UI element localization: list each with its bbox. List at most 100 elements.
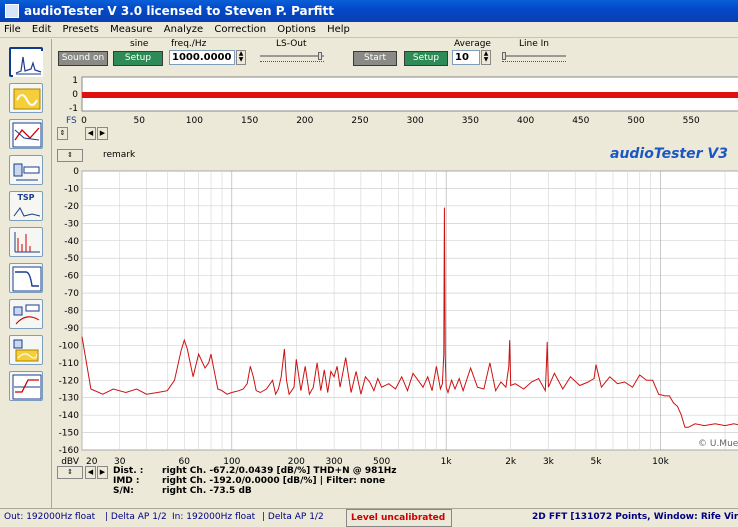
line-in-label: Line In [519,39,549,49]
y-tick-label: -20 [64,202,79,212]
remark-label: remark [103,150,136,160]
ls-out-label: LS-Out [276,39,307,49]
window-title: audioTester V 3.0 licensed to Steven P. … [24,4,334,18]
remark-toggle[interactable]: ⇕ [57,149,83,162]
status-fft: 2D FFT [131072 Points, Window: Rife Vin [532,512,738,522]
line-in-slider[interactable] [502,52,566,62]
app-icon [5,4,19,18]
y-tick-label: -40 [64,237,79,247]
sn-label: S/N: [113,486,134,496]
distortion-icon [13,163,40,181]
start-button[interactable]: Start [353,51,397,66]
dist-value: right Ch. -67.2/0.0439 [dB/%] THD+N @ 98… [162,466,397,476]
time-domain-chart: 10-1 FS 0 50 100 150 200 250 300 350 400 450 500 550… [66,76,738,126]
speaker-impedance-tool[interactable] [9,335,43,365]
time-y-tick-label: 1 [72,76,78,86]
time-x-tick-label: 350 [462,116,479,126]
average-field[interactable]: 10 [452,50,480,65]
time-x-tick-label: 500 [627,116,644,126]
y-tick-label: -70 [64,289,79,299]
speaker-measure-tool[interactable] [9,299,43,329]
time-scroll-left[interactable]: ◀ [85,127,96,140]
lowpass-icon [12,266,42,292]
y-tick-label: -160 [59,446,80,456]
frequency-response-icon [12,122,42,148]
title-bar: audioTester V 3.0 licensed to Steven P. … [0,0,738,22]
status-out: Out: 192000Hz float [4,512,96,522]
distortion-tool[interactable] [9,155,43,185]
time-y-tick-label: -1 [69,104,78,114]
menu-measure[interactable]: Measure [106,22,157,38]
waveform-icon [12,374,42,400]
y-tick-label: -90 [64,324,79,334]
x-tick-label: 10k [652,457,669,467]
spectrum-scroll-right[interactable]: ▶ [97,466,108,479]
brand-label: audioTester V3 [610,146,728,162]
y-tick-label: -50 [64,254,79,264]
x-tick-label: 5k [591,457,603,467]
time-x-tick-label: 550 [683,116,700,126]
y-tick-label: -80 [64,307,79,317]
dist-label: Dist. : [113,466,144,476]
status-in: In: 192000Hz float [172,512,256,522]
menu-help[interactable]: Help [323,22,354,38]
imd-value: right Ch. -192.0/0.0000 [dB/%] | Filter:… [162,476,386,486]
freq-label: freq./Hz [171,39,207,49]
fft-analyzer-tool[interactable] [9,47,43,77]
spectrum-zoom-button[interactable]: ⇕ [57,466,83,479]
frequency-spinner[interactable]: ▲ ▼ [236,50,246,65]
tsp-tool[interactable]: TSP [9,191,43,221]
sound-on-button[interactable]: Sound on [58,51,108,66]
menu-correction[interactable]: Correction [210,22,270,38]
fs-label: FS [66,116,77,126]
tsp-icon [13,207,41,217]
x-tick-label: 1k [441,457,453,467]
frequency-field[interactable]: 1000.0000 [169,50,235,65]
analyzer-setup-button[interactable]: Setup [404,51,448,66]
menu-analyze[interactable]: Analyze [160,22,207,38]
y-tick-label: -60 [64,272,79,282]
scope-tool[interactable] [9,83,43,113]
ls-out-slider[interactable] [260,52,324,62]
time-x-tick-label: 150 [241,116,258,126]
menu-presets[interactable]: Presets [58,22,102,38]
y-tick-label: -30 [64,219,79,229]
spectrum-chart: 0 -10 -20 -30 -40 -50 -60 -70 -80 -90 -100 -110 -120… [59,167,738,467]
tsp-label: TSP [17,193,35,202]
time-scroll-right[interactable]: ▶ [97,127,108,140]
x-tick-label: 3k [543,457,555,467]
menu-edit[interactable]: Edit [28,22,55,38]
fft-icon [13,51,43,77]
y-tick-label: -140 [59,411,80,421]
time-x-tick-label: 0 [81,116,87,126]
impulse-icon [14,232,40,253]
time-x-tick-label: 100 [186,116,203,126]
speaker-icon [13,304,40,325]
scope-icon [13,88,41,110]
status-delta-in: | Delta AP 1/2 [262,512,324,522]
status-bar: Out: 192000Hz float | Delta AP 1/2 In: 1… [0,508,738,527]
menu-options[interactable]: Options [273,22,320,38]
menu-file[interactable]: File [0,22,25,38]
time-x-tick-label: 400 [517,116,534,126]
status-delta-out: | Delta AP 1/2 [105,512,167,522]
time-y-tick-label: 0 [72,90,78,100]
average-spinner[interactable]: ▲ ▼ [481,50,491,65]
y-tick-label: -110 [59,359,80,369]
time-signal-trace [82,92,738,98]
signal-setup-button[interactable]: Setup [113,51,163,66]
y-tick-label: -120 [59,376,80,386]
imd-label: IMD : [113,476,140,486]
impulse-response-tool[interactable] [9,227,43,257]
lowpass-response-tool[interactable] [9,263,43,293]
time-x-tick-label: 300 [407,116,424,126]
time-zoom-button[interactable]: ⇕ [57,127,68,140]
time-x-tick-label: 200 [296,116,313,126]
time-x-tick-label: 450 [572,116,589,126]
y-tick-label: 0 [73,167,79,177]
y-tick-label: -100 [59,341,80,351]
status-level: Level uncalibrated [346,509,452,527]
waveform-tool[interactable] [9,371,43,401]
frequency-response-tool[interactable] [9,119,43,149]
spectrum-scroll-left[interactable]: ◀ [85,466,96,479]
